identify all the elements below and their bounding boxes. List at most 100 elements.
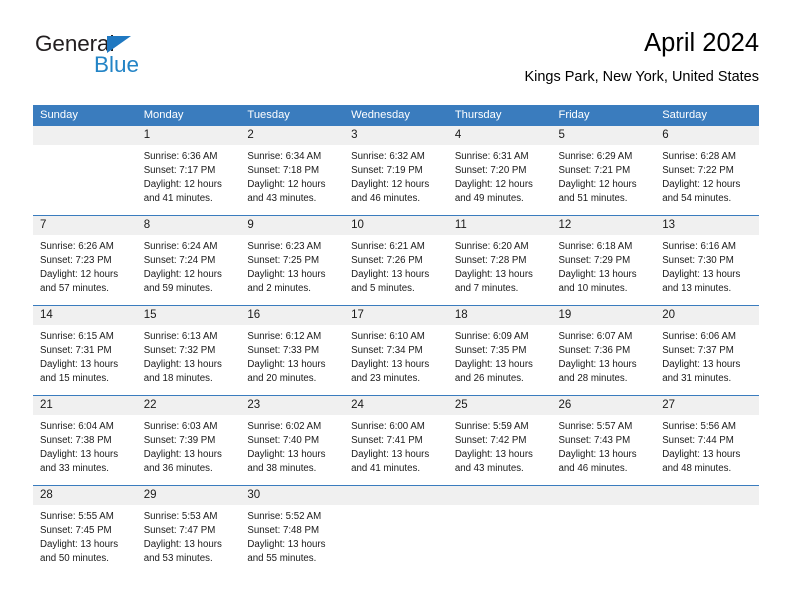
day-number: 24 bbox=[344, 396, 448, 415]
day-cell[interactable]: 20 Sunrise: 6:06 AM Sunset: 7:37 PM Dayl… bbox=[655, 305, 759, 396]
day-cell[interactable]: 30 Sunrise: 5:52 AM Sunset: 7:48 PM Dayl… bbox=[240, 485, 345, 575]
day-cell[interactable]: 13 Sunrise: 6:16 AM Sunset: 7:30 PM Dayl… bbox=[655, 215, 759, 306]
calendar-week-row: 21 Sunrise: 6:04 AM Sunset: 7:38 PM Dayl… bbox=[33, 395, 759, 486]
day-number: 19 bbox=[551, 306, 656, 325]
calendar-page: General Blue April 2024 Kings Park, New … bbox=[0, 0, 792, 612]
sunset-text: Sunset: 7:22 PM bbox=[662, 164, 734, 176]
daylight-line1: Daylight: 12 hours bbox=[454, 178, 533, 190]
day-cell[interactable]: 2 Sunrise: 6:34 AM Sunset: 7:18 PM Dayli… bbox=[240, 126, 345, 216]
daylight-line1: Daylight: 13 hours bbox=[454, 448, 533, 460]
daylight-line2: and 41 minutes. bbox=[143, 192, 213, 204]
day-number bbox=[33, 126, 137, 145]
daylight-line2: and 26 minutes. bbox=[454, 372, 524, 384]
sunrise-text: Sunrise: 5:53 AM bbox=[143, 511, 218, 522]
day-info: Sunrise: 6:12 AM Sunset: 7:33 PM Dayligh… bbox=[240, 325, 344, 395]
day-cell[interactable]: 1 Sunrise: 6:36 AM Sunset: 7:17 PM Dayli… bbox=[136, 126, 241, 216]
daylight-line1: Daylight: 12 hours bbox=[40, 268, 119, 280]
sunrise-text: Sunrise: 5:57 AM bbox=[558, 421, 633, 432]
daylight-line1: Daylight: 13 hours bbox=[40, 448, 119, 460]
day-cell[interactable]: 16 Sunrise: 6:12 AM Sunset: 7:33 PM Dayl… bbox=[240, 305, 345, 396]
day-cell[interactable]: 17 Sunrise: 6:10 AM Sunset: 7:34 PM Dayl… bbox=[344, 305, 448, 396]
sunrise-text: Sunrise: 6:36 AM bbox=[143, 151, 218, 162]
daylight-line2: and 57 minutes. bbox=[40, 282, 109, 294]
sunrise-text: Sunrise: 5:55 AM bbox=[40, 511, 114, 522]
day-cell[interactable]: 3 Sunrise: 6:32 AM Sunset: 7:19 PM Dayli… bbox=[344, 126, 448, 216]
day-cell[interactable]: 5 Sunrise: 6:29 AM Sunset: 7:21 PM Dayli… bbox=[551, 126, 656, 216]
day-cell[interactable]: 9 Sunrise: 6:23 AM Sunset: 7:25 PM Dayli… bbox=[240, 215, 345, 306]
daylight-line1: Daylight: 12 hours bbox=[143, 268, 222, 280]
sunset-text: Sunset: 7:36 PM bbox=[558, 344, 631, 356]
day-cell[interactable]: 14 Sunrise: 6:15 AM Sunset: 7:31 PM Dayl… bbox=[33, 305, 137, 396]
day-info: Sunrise: 6:36 AM Sunset: 7:17 PM Dayligh… bbox=[137, 145, 241, 215]
sunrise-text: Sunrise: 6:03 AM bbox=[143, 421, 218, 432]
title-block: April 2024 Kings Park, New York, United … bbox=[524, 28, 759, 88]
day-cell[interactable] bbox=[655, 485, 759, 575]
day-info: Sunrise: 6:16 AM Sunset: 7:30 PM Dayligh… bbox=[655, 235, 759, 305]
sunrise-text: Sunrise: 6:02 AM bbox=[247, 421, 322, 432]
sunrise-text: Sunrise: 6:09 AM bbox=[454, 331, 529, 342]
day-number: 23 bbox=[240, 396, 345, 415]
sunrise-text: Sunrise: 6:26 AM bbox=[40, 241, 114, 252]
day-cell[interactable] bbox=[33, 126, 137, 216]
weekday-header-tuesday: Tuesday bbox=[240, 105, 345, 126]
sunset-text: Sunset: 7:18 PM bbox=[247, 164, 320, 176]
day-number: 16 bbox=[240, 306, 345, 325]
day-number: 2 bbox=[240, 126, 345, 145]
sunset-text: Sunset: 7:45 PM bbox=[40, 524, 112, 536]
sunset-text: Sunset: 7:24 PM bbox=[143, 254, 216, 266]
day-cell[interactable]: 12 Sunrise: 6:18 AM Sunset: 7:29 PM Dayl… bbox=[551, 215, 656, 306]
day-cell[interactable]: 25 Sunrise: 5:59 AM Sunset: 7:42 PM Dayl… bbox=[447, 395, 552, 486]
sunset-text: Sunset: 7:41 PM bbox=[351, 434, 423, 446]
day-info: Sunrise: 6:02 AM Sunset: 7:40 PM Dayligh… bbox=[240, 415, 344, 485]
day-cell[interactable]: 29 Sunrise: 5:53 AM Sunset: 7:47 PM Dayl… bbox=[136, 485, 241, 575]
day-number: 21 bbox=[33, 396, 137, 415]
weekday-header-friday: Friday bbox=[551, 105, 656, 126]
day-cell[interactable]: 4 Sunrise: 6:31 AM Sunset: 7:20 PM Dayli… bbox=[447, 126, 552, 216]
daylight-line1: Daylight: 13 hours bbox=[351, 268, 430, 280]
location-subtitle: Kings Park, New York, United States bbox=[524, 69, 759, 85]
day-cell[interactable] bbox=[344, 485, 448, 575]
weekday-header-saturday: Saturday bbox=[655, 105, 759, 126]
sunrise-text: Sunrise: 6:21 AM bbox=[351, 241, 425, 252]
day-info: Sunrise: 5:55 AM Sunset: 7:45 PM Dayligh… bbox=[33, 505, 137, 575]
sunrise-text: Sunrise: 6:16 AM bbox=[662, 241, 736, 252]
day-cell[interactable]: 21 Sunrise: 6:04 AM Sunset: 7:38 PM Dayl… bbox=[33, 395, 137, 486]
day-number bbox=[655, 486, 759, 505]
day-cell[interactable]: 18 Sunrise: 6:09 AM Sunset: 7:35 PM Dayl… bbox=[447, 305, 552, 396]
day-cell[interactable]: 6 Sunrise: 6:28 AM Sunset: 7:22 PM Dayli… bbox=[655, 126, 759, 216]
day-cell[interactable]: 7 Sunrise: 6:26 AM Sunset: 7:23 PM Dayli… bbox=[33, 215, 137, 306]
day-info: Sunrise: 6:26 AM Sunset: 7:23 PM Dayligh… bbox=[33, 235, 137, 305]
day-cell[interactable]: 23 Sunrise: 6:02 AM Sunset: 7:40 PM Dayl… bbox=[240, 395, 345, 486]
sunset-text: Sunset: 7:17 PM bbox=[143, 164, 216, 176]
day-number: 28 bbox=[33, 486, 137, 505]
day-cell[interactable]: 28 Sunrise: 5:55 AM Sunset: 7:45 PM Dayl… bbox=[33, 485, 137, 575]
sunrise-text: Sunrise: 6:07 AM bbox=[558, 331, 633, 342]
daylight-line1: Daylight: 13 hours bbox=[454, 358, 533, 370]
daylight-line2: and 13 minutes. bbox=[662, 282, 732, 294]
day-cell[interactable]: 26 Sunrise: 5:57 AM Sunset: 7:43 PM Dayl… bbox=[551, 395, 656, 486]
day-cell[interactable]: 8 Sunrise: 6:24 AM Sunset: 7:24 PM Dayli… bbox=[136, 215, 241, 306]
day-cell[interactable]: 27 Sunrise: 5:56 AM Sunset: 7:44 PM Dayl… bbox=[655, 395, 759, 486]
day-cell[interactable]: 22 Sunrise: 6:03 AM Sunset: 7:39 PM Dayl… bbox=[136, 395, 241, 486]
day-cell[interactable]: 11 Sunrise: 6:20 AM Sunset: 7:28 PM Dayl… bbox=[447, 215, 552, 306]
page-title: April 2024 bbox=[644, 29, 759, 57]
page-header: General Blue April 2024 Kings Park, New … bbox=[33, 28, 759, 98]
day-cell[interactable] bbox=[447, 485, 552, 575]
logo-text-blue: Blue bbox=[94, 52, 140, 77]
sunset-text: Sunset: 7:37 PM bbox=[662, 344, 734, 356]
day-info: Sunrise: 6:32 AM Sunset: 7:19 PM Dayligh… bbox=[344, 145, 448, 215]
day-cell[interactable]: 24 Sunrise: 6:00 AM Sunset: 7:41 PM Dayl… bbox=[344, 395, 448, 486]
daylight-line1: Daylight: 13 hours bbox=[662, 448, 741, 460]
day-cell[interactable] bbox=[551, 485, 656, 575]
day-cell[interactable]: 19 Sunrise: 6:07 AM Sunset: 7:36 PM Dayl… bbox=[551, 305, 656, 396]
day-number: 10 bbox=[344, 216, 448, 235]
day-number: 12 bbox=[551, 216, 656, 235]
day-info: Sunrise: 6:09 AM Sunset: 7:35 PM Dayligh… bbox=[448, 325, 552, 395]
day-info: Sunrise: 6:20 AM Sunset: 7:28 PM Dayligh… bbox=[448, 235, 552, 305]
day-info: Sunrise: 6:28 AM Sunset: 7:22 PM Dayligh… bbox=[655, 145, 759, 215]
day-cell[interactable]: 10 Sunrise: 6:21 AM Sunset: 7:26 PM Dayl… bbox=[344, 215, 448, 306]
daylight-line1: Daylight: 13 hours bbox=[662, 358, 741, 370]
daylight-line1: Daylight: 12 hours bbox=[143, 178, 222, 190]
day-cell[interactable]: 15 Sunrise: 6:13 AM Sunset: 7:32 PM Dayl… bbox=[136, 305, 241, 396]
sunset-text: Sunset: 7:42 PM bbox=[454, 434, 527, 446]
